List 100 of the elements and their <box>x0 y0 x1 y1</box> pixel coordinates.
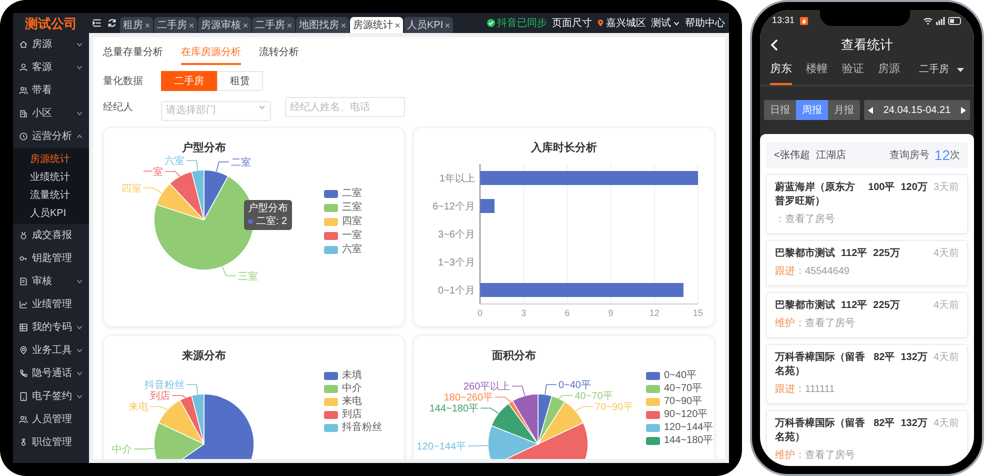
sidebar-item[interactable]: 成交喜报 <box>13 224 89 247</box>
menu-icon[interactable] <box>92 18 102 28</box>
close-icon <box>287 22 292 28</box>
date-range-picker[interactable]: 24.04.15-04.21 <box>864 100 970 120</box>
leader-line <box>150 406 168 410</box>
chart-title: 来源分布 <box>181 348 227 364</box>
record-tag: ： <box>775 212 785 227</box>
leader-line <box>575 406 594 412</box>
user-menu[interactable]: 测试 <box>651 16 680 30</box>
slice-label: 40~70平 <box>574 391 613 402</box>
property-area: 112平 <box>841 299 868 313</box>
property-name: 巴黎都市测试 <box>775 299 835 313</box>
submenu-item[interactable]: 人员KPI <box>13 204 89 222</box>
property-name: 万科香樟国际（留香名苑） <box>775 417 866 445</box>
leader-line <box>216 161 230 172</box>
submenu-item[interactable]: 业绩统计 <box>13 168 89 186</box>
tab[interactable]: 地图找房 <box>296 17 349 33</box>
record-time: 4天前 <box>933 299 959 313</box>
tab[interactable]: 房东 <box>770 60 792 85</box>
sidebar-item[interactable]: 审核 <box>13 270 89 293</box>
tab[interactable]: 人员KPI <box>404 17 454 33</box>
record-card[interactable]: 巴黎都市测试 112平 225万 4天前 跟进：45544649 <box>766 240 968 286</box>
legend-label: 未填 <box>342 370 362 382</box>
sidebar-item[interactable]: 人员管理 <box>13 408 89 431</box>
status-time: 13:31 <box>772 14 795 28</box>
home-icon <box>19 40 28 49</box>
grid-icon <box>19 323 28 332</box>
building-icon <box>19 109 28 118</box>
tab[interactable]: 二手房 <box>252 17 295 33</box>
period-tab[interactable]: 日报 <box>764 100 796 120</box>
legend-label: 90~120平 <box>664 409 708 421</box>
medal-icon <box>19 231 28 240</box>
slice-label: 120~144平 <box>416 441 466 452</box>
axis-label: 0~1个月 <box>438 286 475 296</box>
slice-label: 四室 <box>121 183 142 194</box>
sidebar-item[interactable]: 运营分析 <box>13 125 89 148</box>
sidebar-item[interactable]: 职位管理 <box>13 431 89 454</box>
department-select[interactable]: 请选择部门 <box>161 100 271 120</box>
screen-title: 查看统计 <box>841 36 893 54</box>
property-area: 100平 <box>868 181 895 195</box>
slice-label: 260平以上 <box>463 382 510 393</box>
previous-icon[interactable] <box>868 106 873 114</box>
property-name: 蔚蓝海岸（原东方普罗旺斯） <box>775 181 856 209</box>
toolbar-link[interactable]: 页面尺寸 <box>552 16 592 30</box>
subtab[interactable]: 总量存量分析 <box>103 45 163 65</box>
agent-name: <张伟超 <box>774 148 810 162</box>
back-icon[interactable] <box>770 39 779 51</box>
tick-label: 6 <box>564 308 570 318</box>
property-name: 巴黎都市测试 <box>775 247 835 261</box>
toolbar-link[interactable]: 帮助中心 <box>685 16 725 30</box>
legend-label: 来电 <box>342 396 362 408</box>
tab[interactable]: 验证 <box>842 60 864 85</box>
axis-label: 6~12个月 <box>432 202 475 212</box>
close-icon <box>145 22 150 28</box>
legend-label: 40~70平 <box>664 383 702 395</box>
tab[interactable]: 房源统计 <box>350 17 403 33</box>
property-name: 万科香樟国际（留香名苑） <box>775 351 866 379</box>
sidebar-item[interactable]: 业务工具 <box>13 339 89 362</box>
record-card[interactable]: 蔚蓝海岸（原东方普罗旺斯） 100平 120万 3天前 ：查看了房号 <box>766 174 968 234</box>
refresh-icon[interactable] <box>107 18 117 28</box>
series-dot <box>248 219 253 224</box>
subtab[interactable]: 流转分析 <box>259 45 299 65</box>
location-button[interactable]: 嘉兴城区 <box>597 16 646 30</box>
submenu-item[interactable]: 房源统计 <box>13 150 89 168</box>
record-note: 查看了房号 <box>805 316 855 331</box>
record-time: 4天前 <box>933 417 959 431</box>
tab[interactable]: 楼幢 <box>806 60 828 85</box>
tab[interactable]: 房源审核 <box>198 17 251 33</box>
leader-line <box>164 171 180 177</box>
sidebar-item[interactable]: 我的专码 <box>13 316 89 339</box>
sidebar-item[interactable]: 业绩管理 <box>13 293 89 316</box>
close-icon <box>243 22 248 28</box>
tab[interactable]: 租房 <box>120 17 153 33</box>
legend-label: 144~180平 <box>664 435 714 447</box>
caret-down-icon <box>957 68 964 72</box>
tab[interactable]: 二手房 <box>154 17 197 33</box>
sidebar-item[interactable]: 客源 <box>13 56 89 79</box>
tab[interactable]: 房源 <box>878 60 900 85</box>
sidebar-item[interactable]: 带看 <box>13 79 89 102</box>
chevron-down-icon <box>258 103 266 111</box>
slice-label: 0~40平 <box>558 380 591 392</box>
sidebar-item[interactable]: 钥匙管理 <box>13 247 89 270</box>
sidebar-item[interactable]: 小区 <box>13 102 89 125</box>
clock-icon <box>19 132 28 141</box>
close-icon <box>395 22 400 28</box>
sidebar-item[interactable]: 隐号通话 <box>13 362 89 385</box>
type-select[interactable]: 二手房 <box>919 62 964 85</box>
sidebar-item[interactable]: 房源 <box>13 33 89 56</box>
period-tab[interactable]: 月报 <box>828 100 860 120</box>
record-time: 4天前 <box>933 351 959 365</box>
submenu-item[interactable]: 流量统计 <box>13 186 89 204</box>
leader-line <box>142 187 162 194</box>
slice-label: 144~180平 <box>429 404 479 415</box>
sidebar-item[interactable]: 电子签约 <box>13 385 89 408</box>
next-icon[interactable] <box>961 106 966 114</box>
segment-button[interactable]: 租赁 <box>217 71 263 91</box>
legend-label: 抖音粉丝 <box>342 422 382 434</box>
record-card[interactable]: 万科香樟国际（留香名苑） 82平 132万 4天前 跟进：111111 <box>766 344 968 404</box>
agent-search-field[interactable]: 经纪人姓名、电话 <box>285 97 405 117</box>
record-card[interactable]: 巴黎都市测试 112平 225万 4天前 维护：查看了房号 <box>766 292 968 338</box>
